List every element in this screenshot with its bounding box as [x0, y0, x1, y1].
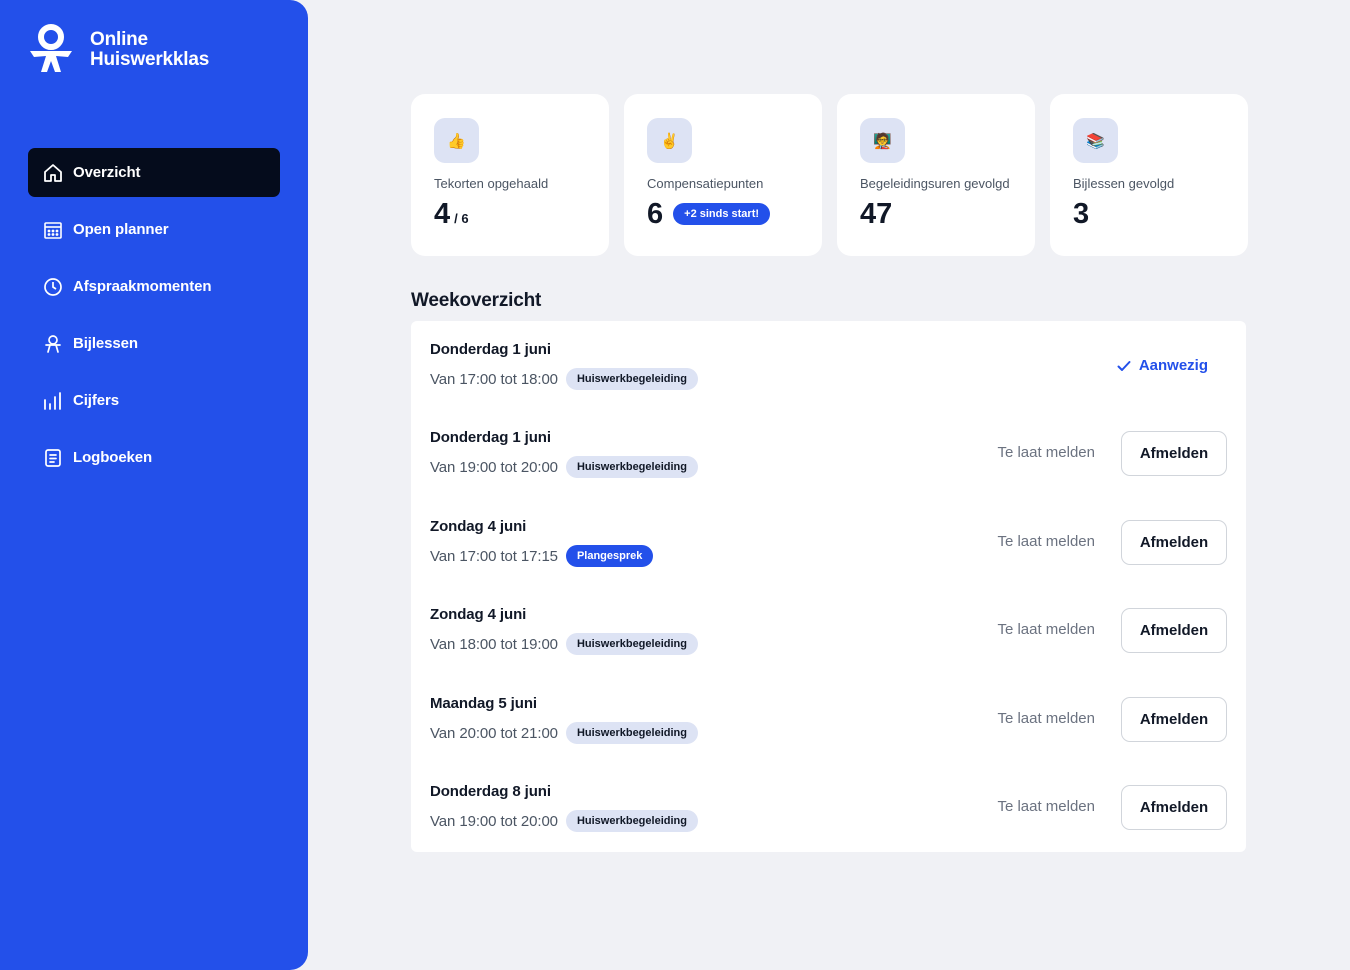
logo-text-line2: Huiswerkklas: [90, 49, 210, 70]
clock-icon: [42, 276, 64, 298]
nav-item-logboeken[interactable]: Logboeken: [28, 433, 280, 482]
appointment-row: Donderdag 1 juni Van 17:00 tot 18:00 Hui…: [411, 321, 1246, 409]
stat-card-compensatiepunten: ✌️ Compensatiepunten 6 +2 sinds start!: [624, 94, 822, 256]
nav-item-label: Overzicht: [73, 164, 141, 181]
report-late-link[interactable]: Te laat melden: [997, 533, 1095, 550]
stat-card-bijlessen: 📚 Bijlessen gevolgd 3: [1050, 94, 1248, 256]
books-icon: 📚: [1073, 118, 1118, 163]
victory-hand-icon: ✌️: [647, 118, 692, 163]
appointment-row: Donderdag 1 juni Van 19:00 tot 20:00 Hui…: [411, 409, 1246, 497]
report-late-link[interactable]: Te laat melden: [997, 710, 1095, 727]
report-late-link[interactable]: Te laat melden: [997, 798, 1095, 815]
appointment-time: Van 18:00 tot 19:00: [430, 635, 558, 653]
appointment-time: Van 20:00 tot 21:00: [430, 724, 558, 742]
stats-cards: 👍 Tekorten opgehaald 4 / 6 ✌️ Compensati…: [411, 94, 1263, 256]
appointment-tag: Plangesprek: [565, 545, 654, 567]
appointment-time: Van 17:00 tot 17:15: [430, 547, 558, 565]
sidebar: Online Huiswerkklas Overzicht Open plann…: [0, 0, 308, 970]
stat-card-begeleidingsuren: 🧑‍🏫 Begeleidingsuren gevolgd 47: [837, 94, 1035, 256]
person-icon: [42, 333, 64, 355]
nav-item-label: Cijfers: [73, 392, 119, 409]
appointment-tag: Huiswerkbegeleiding: [565, 456, 698, 478]
main-nav: Overzicht Open planner Afspraakmomenten …: [28, 148, 280, 490]
cancel-button[interactable]: Afmelden: [1121, 520, 1227, 565]
stat-label: Compensatiepunten: [647, 176, 764, 191]
appointment-time: Van 19:00 tot 20:00: [430, 812, 558, 830]
cancel-button[interactable]: Afmelden: [1121, 785, 1227, 830]
logo[interactable]: Online Huiswerkklas: [28, 24, 209, 74]
week-overview: Donderdag 1 juni Van 17:00 tot 18:00 Hui…: [411, 321, 1246, 852]
nav-item-overzicht[interactable]: Overzicht: [28, 148, 280, 197]
appointment-row: Maandag 5 juni Van 20:00 tot 21:00 Huisw…: [411, 675, 1246, 763]
stat-value: 3: [1073, 198, 1090, 230]
logo-text-line1: Online: [90, 29, 148, 50]
document-icon: [42, 447, 64, 469]
present-label: Aanwezig: [1138, 357, 1208, 374]
cancel-button[interactable]: Afmelden: [1121, 608, 1227, 653]
report-late-link[interactable]: Te laat melden: [997, 444, 1095, 461]
stat-total: / 6: [454, 211, 469, 226]
appointment-row: Donderdag 8 juni Van 19:00 tot 20:00 Hui…: [411, 763, 1246, 851]
appointment-day: Zondag 4 juni: [430, 606, 527, 623]
nav-item-open-planner[interactable]: Open planner: [28, 205, 280, 254]
stat-label: Begeleidingsuren gevolgd: [860, 176, 1010, 191]
nav-item-cijfers[interactable]: Cijfers: [28, 376, 280, 425]
bar-chart-icon: [42, 390, 64, 412]
stat-label: Bijlessen gevolgd: [1073, 176, 1175, 191]
report-late-link[interactable]: Te laat melden: [997, 621, 1095, 638]
appointment-day: Maandag 5 juni: [430, 695, 537, 712]
home-icon: [42, 162, 64, 184]
cancel-button[interactable]: Afmelden: [1121, 431, 1227, 476]
appointment-day: Zondag 4 juni: [430, 518, 527, 535]
nav-item-label: Afspraakmomenten: [73, 278, 212, 295]
nav-item-afspraakmomenten[interactable]: Afspraakmomenten: [28, 262, 280, 311]
nav-item-label: Bijlessen: [73, 335, 138, 352]
appointment-tag: Huiswerkbegeleiding: [565, 810, 698, 832]
teacher-icon: 🧑‍🏫: [860, 118, 905, 163]
nav-item-bijlessen[interactable]: Bijlessen: [28, 319, 280, 368]
nav-item-label: Open planner: [73, 221, 169, 238]
appointment-time: Van 17:00 tot 18:00: [430, 370, 558, 388]
appointment-tag: Huiswerkbegeleiding: [565, 368, 698, 390]
present-status: Aanwezig: [1117, 357, 1208, 374]
section-title-weekoverzicht: Weekoverzicht: [411, 290, 542, 311]
stat-card-tekorten: 👍 Tekorten opgehaald 4 / 6: [411, 94, 609, 256]
appointment-row: Zondag 4 juni Van 18:00 tot 19:00 Huiswe…: [411, 586, 1246, 674]
appointment-time: Van 19:00 tot 20:00: [430, 458, 558, 476]
stat-value: 6: [647, 198, 664, 230]
appointment-day: Donderdag 1 juni: [430, 341, 551, 358]
stat-value: 47: [860, 198, 893, 230]
logo-icon: [30, 24, 72, 72]
check-icon: [1117, 360, 1131, 371]
appointment-row: Zondag 4 juni Van 17:00 tot 17:15 Plange…: [411, 498, 1246, 586]
appointment-tag: Huiswerkbegeleiding: [565, 633, 698, 655]
nav-item-label: Logboeken: [73, 449, 153, 466]
stat-value: 4: [434, 198, 451, 230]
calendar-icon: [42, 219, 64, 241]
appointment-tag: Huiswerkbegeleiding: [565, 722, 698, 744]
appointment-day: Donderdag 1 juni: [430, 429, 551, 446]
appointment-day: Donderdag 8 juni: [430, 783, 551, 800]
cancel-button[interactable]: Afmelden: [1121, 697, 1227, 742]
stat-badge: +2 sinds start!: [673, 203, 771, 225]
thumbs-up-icon: 👍: [434, 118, 479, 163]
stat-label: Tekorten opgehaald: [434, 176, 549, 191]
